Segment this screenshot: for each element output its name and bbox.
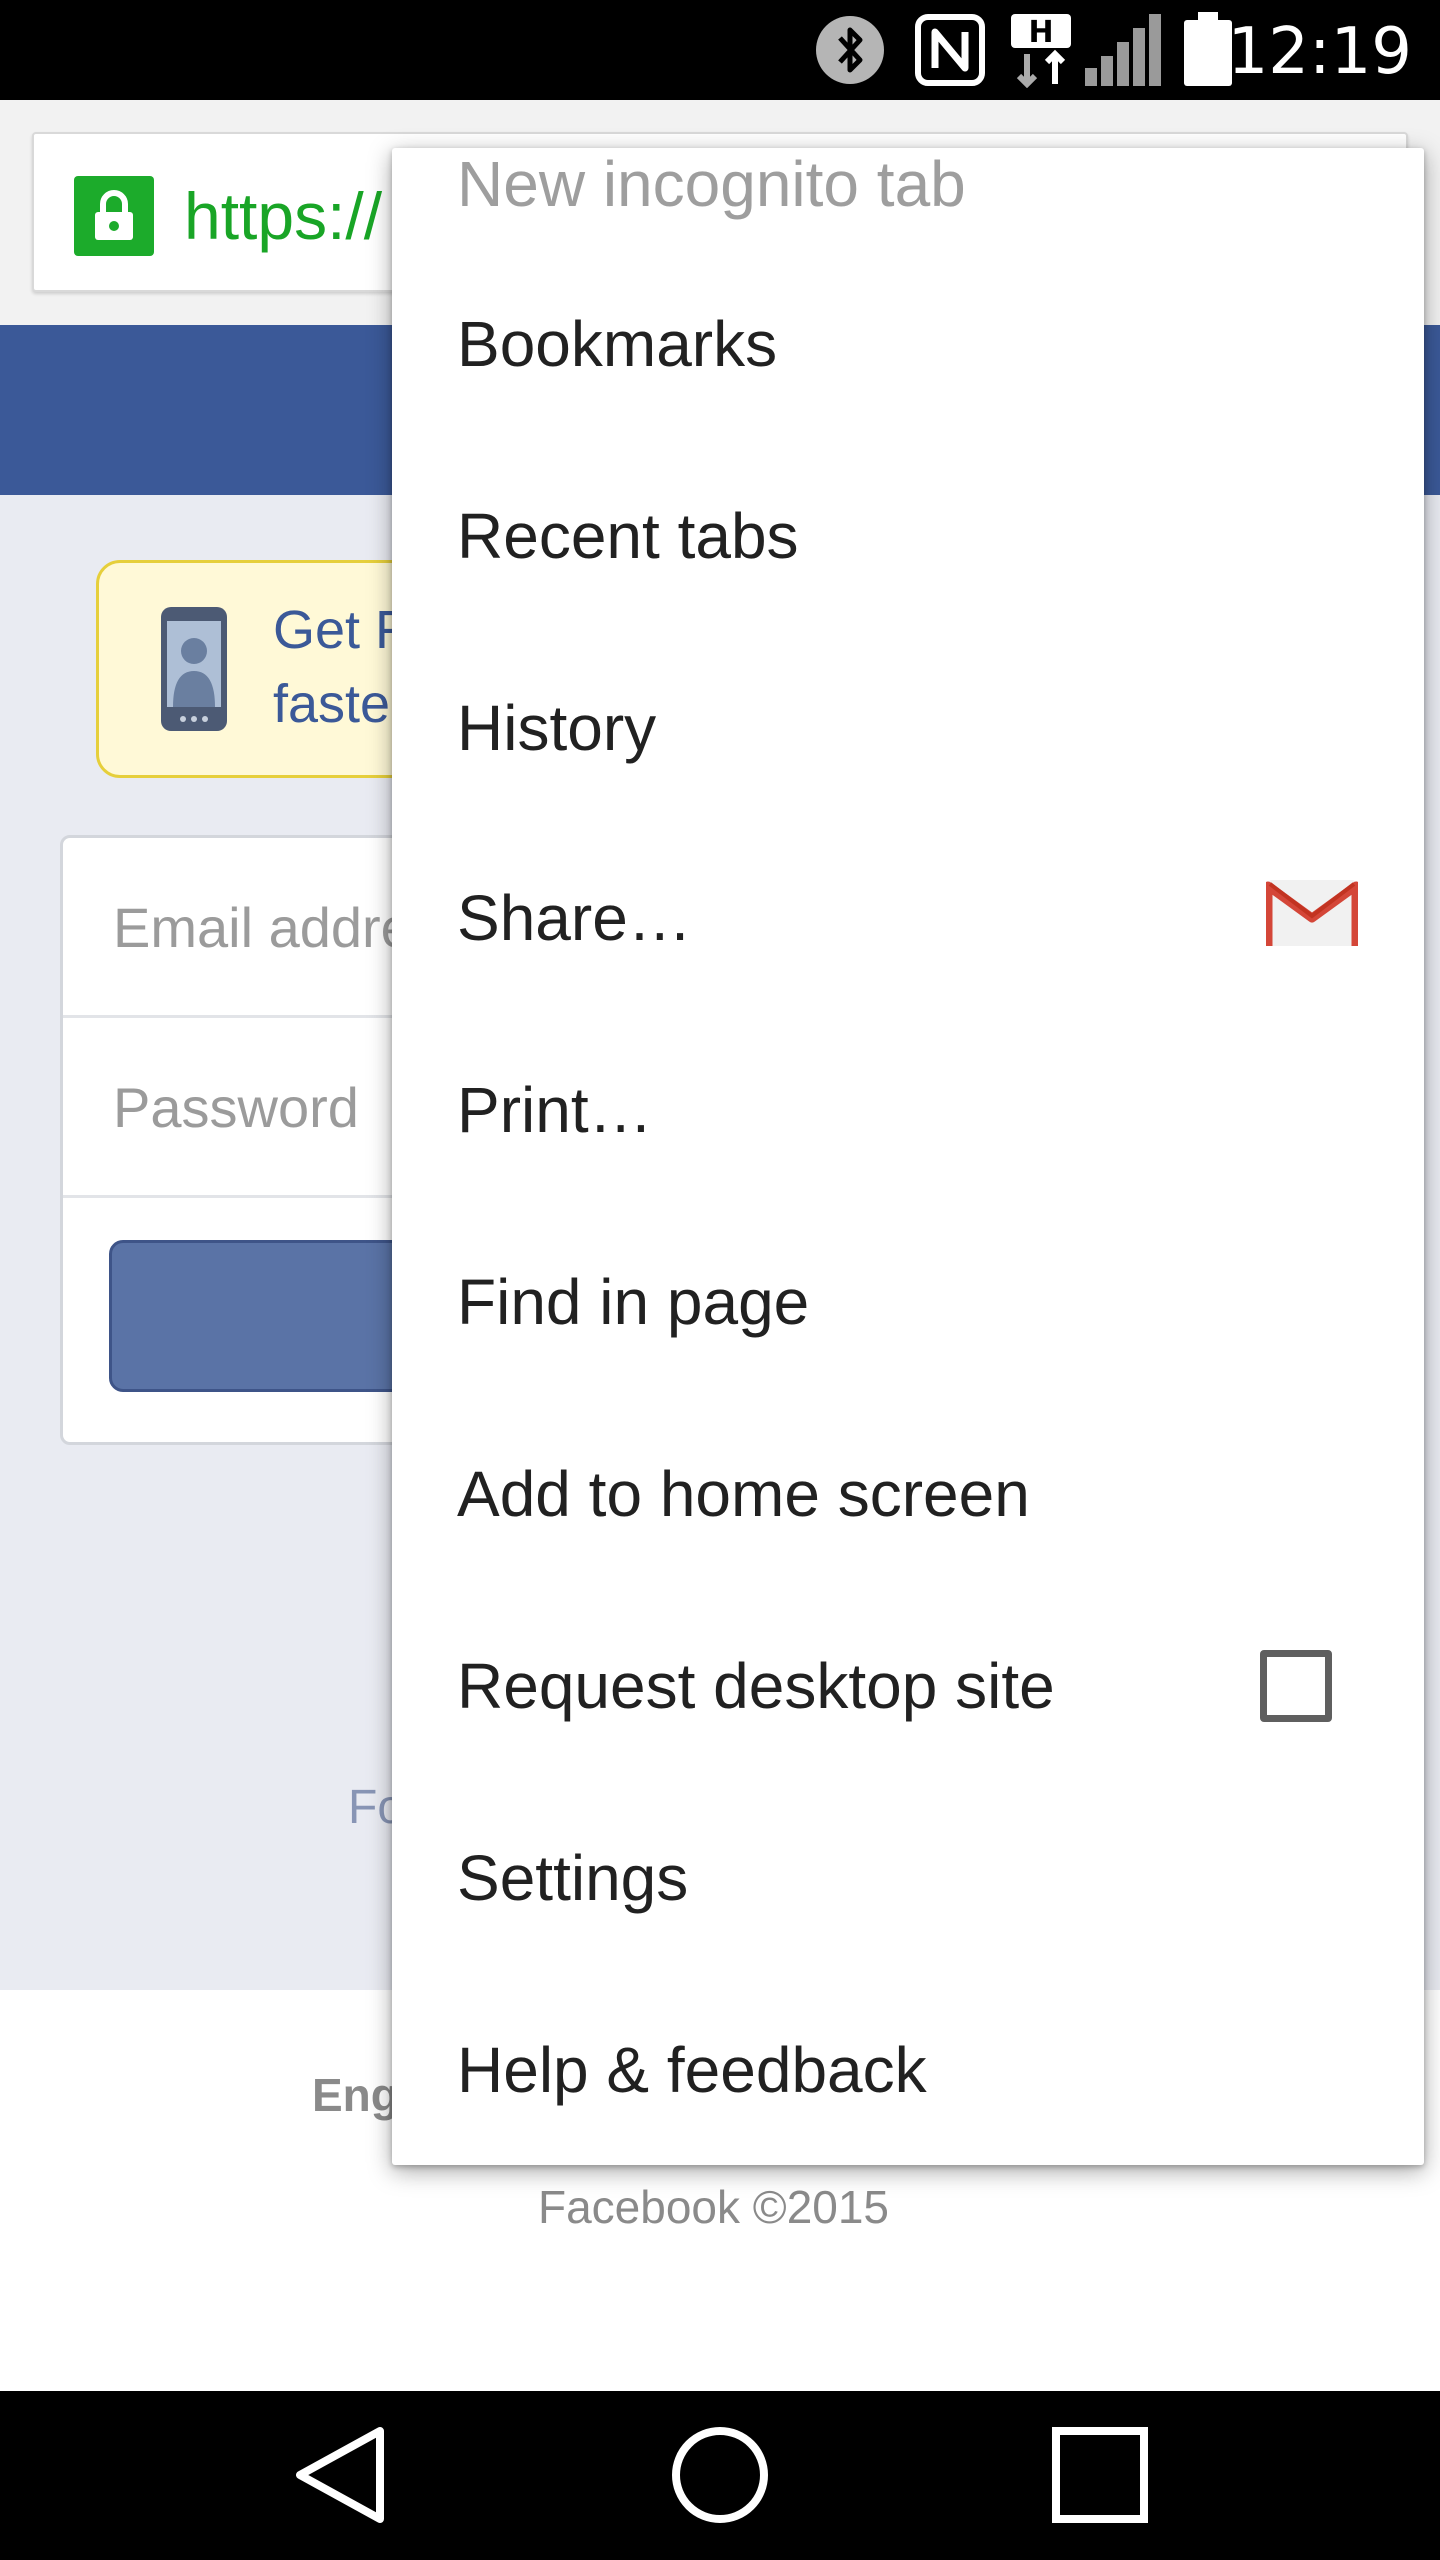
menu-item-print[interactable]: Print… <box>392 1014 1424 1206</box>
back-icon[interactable] <box>280 2415 400 2535</box>
url-text[interactable]: https:// <box>184 174 382 258</box>
menu-item-label: Settings <box>457 1842 689 1914</box>
overflow-menu: New incognito tab Bookmarks Recent tabs … <box>392 148 1424 2165</box>
menu-item-settings[interactable]: Settings <box>392 1782 1424 1974</box>
network-type-label: H <box>1028 15 1053 50</box>
menu-item-help-feedback[interactable]: Help & feedback <box>392 1974 1424 2165</box>
system-navigation-bar <box>0 2391 1440 2560</box>
menu-item-recent-tabs[interactable]: Recent tabs <box>392 440 1424 632</box>
menu-item-add-to-home-screen[interactable]: Add to home screen <box>392 1398 1424 1590</box>
menu-item-label: Add to home screen <box>457 1458 1030 1530</box>
home-icon[interactable] <box>660 2415 780 2535</box>
footer-copyright: Facebook ©2015 <box>538 2181 890 2233</box>
signal-icon <box>1082 12 1164 88</box>
menu-item-label: Share… <box>457 882 692 954</box>
menu-item-label: Bookmarks <box>457 308 778 380</box>
desktop-site-checkbox[interactable] <box>1260 1650 1332 1722</box>
lock-icon[interactable] <box>74 176 154 256</box>
menu-item-find-in-page[interactable]: Find in page <box>392 1206 1424 1398</box>
menu-item-label: Help & feedback <box>457 2034 927 2106</box>
hspa-data-icon: H <box>1006 12 1076 88</box>
nfc-icon <box>914 12 986 88</box>
menu-item-label: Request desktop site <box>457 1650 1055 1722</box>
menu-item-label: Find in page <box>457 1266 810 1338</box>
menu-item-request-desktop-site[interactable]: Request desktop site <box>392 1590 1424 1782</box>
status-clock: 12:19 <box>1227 15 1412 89</box>
app-banner-text: Get F faste <box>273 600 408 734</box>
phone-icon <box>161 607 227 731</box>
menu-item-label: Print… <box>457 1074 653 1146</box>
status-bar: H 12:19 <box>0 0 1440 100</box>
email-placeholder: Email addre <box>113 896 412 959</box>
menu-item-label: Recent tabs <box>457 500 799 572</box>
gmail-icon[interactable] <box>1266 878 1358 948</box>
password-placeholder: Password <box>113 1076 359 1139</box>
menu-item-share[interactable]: Share… <box>392 822 1424 1014</box>
recents-icon[interactable] <box>1040 2415 1160 2535</box>
menu-item-bookmarks[interactable]: Bookmarks <box>392 248 1424 440</box>
menu-item-label: History <box>457 692 657 764</box>
footer-language-link[interactable]: Eng <box>312 2068 399 2122</box>
menu-item-history[interactable]: History <box>392 632 1424 824</box>
bluetooth-icon <box>812 12 888 88</box>
